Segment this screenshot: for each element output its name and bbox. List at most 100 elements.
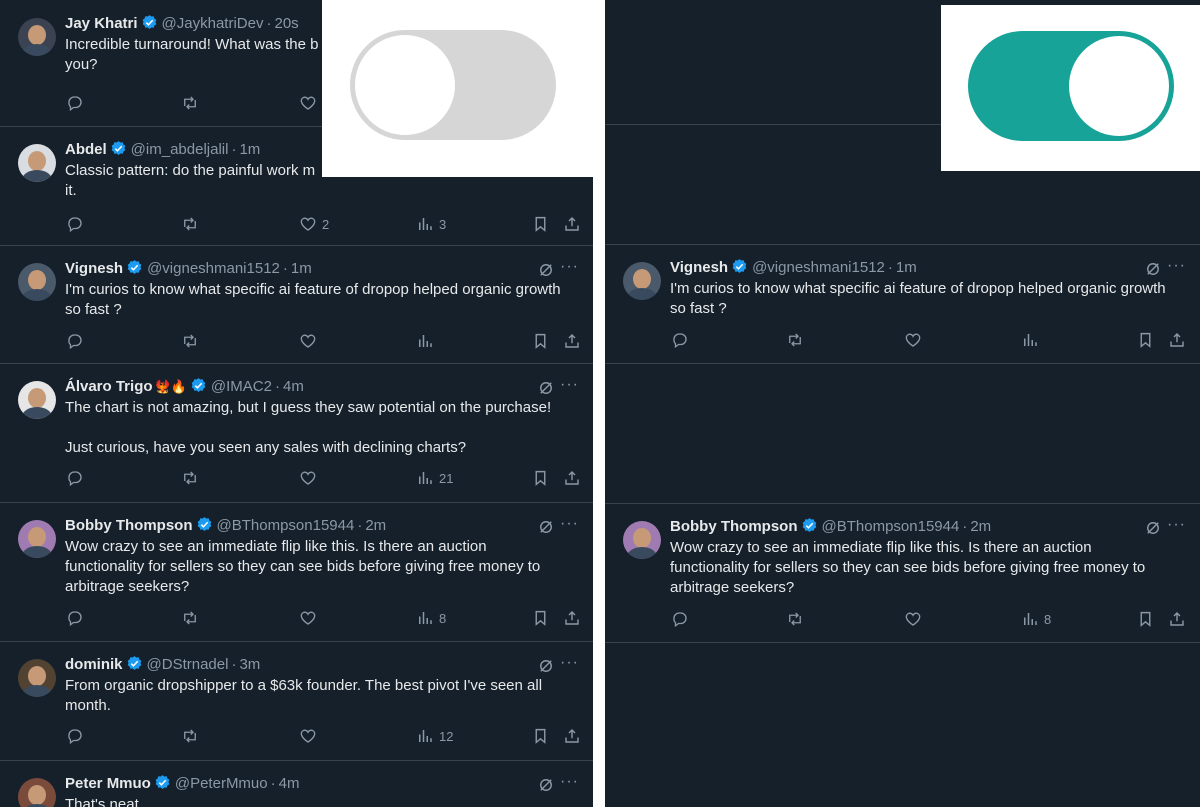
share-button[interactable]: [563, 215, 581, 233]
tweet-card[interactable]: Bobby Thompson @BThompson15944 · 2m ··· Wow c…: [605, 503, 1200, 643]
retweet-icon: [180, 469, 200, 487]
tweet-card[interactable]: Vignesh @vigneshmani1512 · 1m ··· I'm curios …: [605, 244, 1200, 364]
share-button[interactable]: [563, 332, 581, 350]
author-name[interactable]: Álvaro Trigo: [65, 378, 153, 395]
retweet-button[interactable]: [180, 727, 200, 745]
tweet-time[interactable]: 1m: [291, 260, 312, 277]
reply-button[interactable]: [671, 331, 689, 349]
tweet-card[interactable]: Álvaro Trigo 🐦‍🔥🔥 @IMAC2 · 4m ··· The chart is…: [0, 363, 593, 503]
reply-button[interactable]: [66, 469, 84, 487]
tweet-time[interactable]: 1m: [896, 259, 917, 276]
avatar[interactable]: [623, 521, 661, 559]
avatar[interactable]: [18, 778, 56, 807]
like-button[interactable]: [904, 331, 927, 349]
reply-button[interactable]: [671, 610, 689, 628]
retweet-button[interactable]: [180, 215, 200, 233]
tweet-time[interactable]: 20s: [274, 15, 298, 32]
toggle-on-switch[interactable]: [968, 31, 1174, 141]
tweet-time[interactable]: 2m: [365, 517, 386, 534]
author-name[interactable]: Abdel: [65, 141, 107, 158]
avatar[interactable]: [18, 18, 56, 56]
tweet-card[interactable]: Vignesh @vigneshmani1512 · 1m ··· I'm curios …: [0, 245, 593, 364]
bookmark-button[interactable]: [532, 727, 549, 745]
author-handle[interactable]: @IMAC2: [211, 378, 272, 395]
views-button[interactable]: 12: [416, 727, 453, 745]
share-button[interactable]: [563, 727, 581, 745]
views-button[interactable]: 8: [416, 609, 446, 627]
tweet-time[interactable]: 1m: [239, 141, 260, 158]
like-button[interactable]: [299, 609, 322, 627]
author-handle[interactable]: @BThompson15944: [217, 517, 355, 534]
author-handle[interactable]: @BThompson15944: [822, 518, 960, 535]
author-handle[interactable]: @PeterMmuo: [175, 775, 268, 792]
tweet-card[interactable]: Bobby Thompson @BThompson15944 · 2m ··· Wow c…: [0, 502, 593, 642]
author-name[interactable]: Jay Khatri: [65, 15, 138, 32]
retweet-button[interactable]: [180, 609, 200, 627]
retweet-button[interactable]: [785, 331, 805, 349]
tweet-time[interactable]: 4m: [279, 775, 300, 792]
toggle-off-switch[interactable]: [350, 30, 556, 140]
author-handle[interactable]: @im_abdeljalil: [131, 141, 229, 158]
retweet-button[interactable]: [180, 332, 200, 350]
like-button[interactable]: [299, 727, 322, 745]
author-handle[interactable]: @vigneshmani1512: [752, 259, 885, 276]
more-icon[interactable]: ···: [1167, 516, 1186, 534]
bookmark-button[interactable]: [1137, 331, 1154, 349]
avatar[interactable]: [18, 520, 56, 558]
like-button[interactable]: [299, 94, 322, 112]
more-icon[interactable]: ···: [560, 258, 579, 276]
bookmark-button[interactable]: [532, 609, 549, 627]
likes-count: 2: [322, 216, 330, 232]
reply-icon: [66, 94, 84, 112]
bookmark-button[interactable]: [532, 332, 549, 350]
retweet-button[interactable]: [785, 610, 805, 628]
share-button[interactable]: [1168, 331, 1186, 349]
author-name[interactable]: Vignesh: [670, 259, 728, 276]
avatar[interactable]: [18, 381, 56, 419]
author-handle[interactable]: @JaykhatriDev: [162, 15, 264, 32]
bookmark-button[interactable]: [532, 215, 549, 233]
tweet-time[interactable]: 4m: [283, 378, 304, 395]
tweet-card[interactable]: dominik @DStrnadel · 3m ··· From organic drop…: [0, 641, 593, 761]
bookmark-button[interactable]: [532, 469, 549, 487]
tweet-card[interactable]: Peter Mmuo @PeterMmuo · 4m ··· That's neat: [0, 760, 593, 807]
more-icon[interactable]: ···: [560, 515, 579, 533]
like-button[interactable]: [299, 469, 322, 487]
author-name[interactable]: dominik: [65, 656, 123, 673]
retweet-button[interactable]: [180, 469, 200, 487]
author-name[interactable]: Bobby Thompson: [670, 518, 798, 535]
reply-button[interactable]: [66, 332, 84, 350]
reply-button[interactable]: [66, 727, 84, 745]
reply-button[interactable]: [66, 215, 84, 233]
views-button[interactable]: [416, 332, 439, 350]
share-button[interactable]: [563, 469, 581, 487]
more-icon[interactable]: ···: [560, 376, 579, 394]
avatar[interactable]: [18, 659, 56, 697]
avatar[interactable]: [18, 263, 56, 301]
bookmark-button[interactable]: [1137, 610, 1154, 628]
views-button[interactable]: 21: [416, 469, 453, 487]
author-name[interactable]: Bobby Thompson: [65, 517, 193, 534]
like-button[interactable]: [299, 332, 322, 350]
share-button[interactable]: [1168, 610, 1186, 628]
author-name[interactable]: Vignesh: [65, 260, 123, 277]
author-name[interactable]: Peter Mmuo: [65, 775, 151, 792]
views-button[interactable]: 8: [1021, 610, 1051, 628]
more-icon[interactable]: ···: [560, 654, 579, 672]
like-button[interactable]: [904, 610, 927, 628]
author-handle[interactable]: @DStrnadel: [147, 656, 229, 673]
author-handle[interactable]: @vigneshmani1512: [147, 260, 280, 277]
reply-button[interactable]: [66, 609, 84, 627]
avatar[interactable]: [623, 262, 661, 300]
tweet-time[interactable]: 2m: [970, 518, 991, 535]
more-icon[interactable]: ···: [560, 773, 579, 791]
reply-button[interactable]: [66, 94, 84, 112]
more-icon[interactable]: ···: [1167, 257, 1186, 275]
avatar[interactable]: [18, 144, 56, 182]
views-button[interactable]: [1021, 331, 1044, 349]
retweet-button[interactable]: [180, 94, 200, 112]
tweet-time[interactable]: 3m: [239, 656, 260, 673]
like-button[interactable]: 2: [299, 215, 329, 233]
share-button[interactable]: [563, 609, 581, 627]
views-button[interactable]: 3: [416, 215, 446, 233]
